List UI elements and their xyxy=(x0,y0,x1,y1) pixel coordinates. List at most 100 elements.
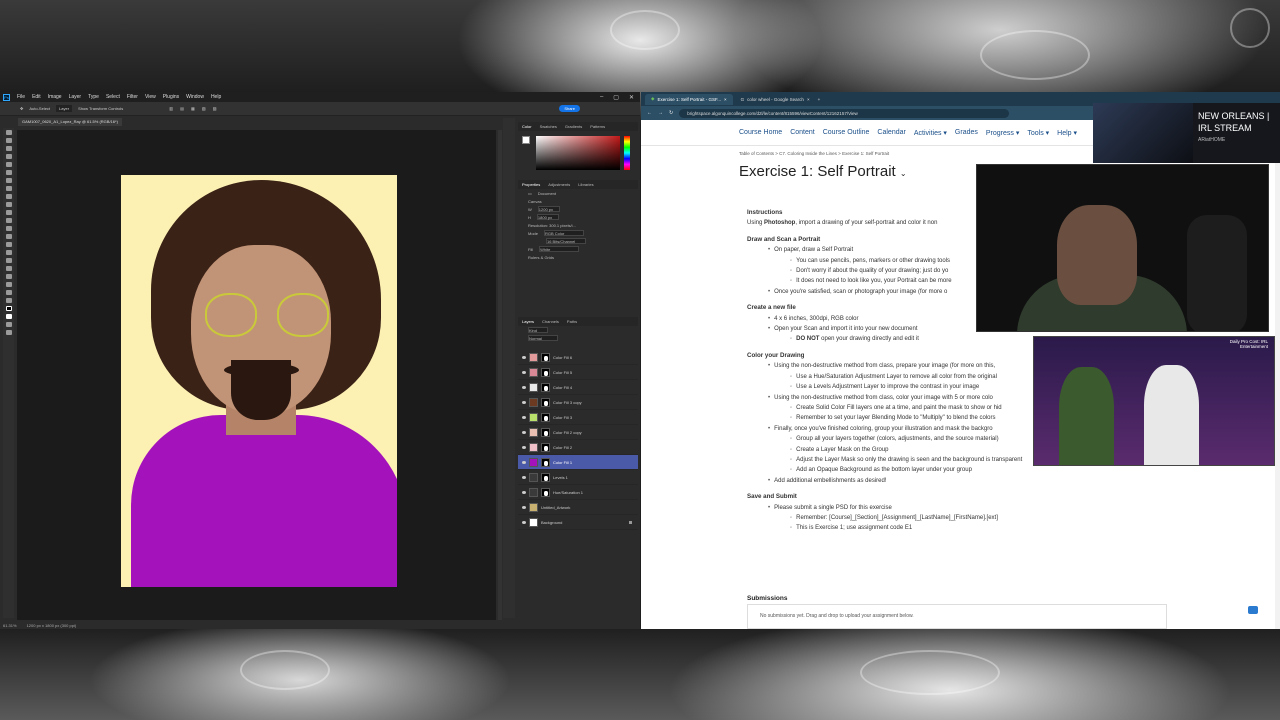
nav-course-home[interactable]: Course Home xyxy=(739,129,782,136)
menu-view[interactable]: View xyxy=(145,94,156,100)
foreground-swatch[interactable] xyxy=(522,136,530,144)
more-tools-icon[interactable] xyxy=(5,298,12,303)
screen-mode-icon[interactable] xyxy=(5,330,12,335)
nav-help[interactable]: Help ▾ xyxy=(1057,129,1077,137)
visibility-eye-icon[interactable] xyxy=(522,400,526,404)
tab-layers[interactable]: Layers xyxy=(522,319,534,324)
visibility-eye-icon[interactable] xyxy=(522,475,526,479)
layer-row[interactable]: Color Fill 2 copy xyxy=(518,425,638,440)
history-brush-icon[interactable] xyxy=(5,210,12,215)
tab-exercise[interactable]: ◆ Exercise 1: Self Portrait - GSF... × xyxy=(645,93,733,105)
move-tool-icon[interactable] xyxy=(5,130,12,135)
menu-type[interactable]: Type xyxy=(88,94,99,100)
chevron-down-icon[interactable]: ⌄ xyxy=(900,169,907,178)
tab-patterns[interactable]: Patterns xyxy=(590,124,605,129)
breadcrumb[interactable]: Table of Contents > C7. Coloring Inside … xyxy=(739,151,889,156)
color-picker-field[interactable] xyxy=(536,136,620,170)
background-color-swatch[interactable] xyxy=(5,314,12,319)
menu-select[interactable]: Select xyxy=(106,94,120,100)
tab-paths[interactable]: Paths xyxy=(567,319,577,324)
layer-mask-thumbnail[interactable] xyxy=(541,397,550,407)
chat-icon[interactable] xyxy=(1248,606,1258,614)
marquee-tool-icon[interactable] xyxy=(5,138,12,143)
close-icon[interactable]: ✕ xyxy=(629,94,634,101)
nav-progress[interactable]: Progress ▾ xyxy=(986,129,1019,137)
menu-image[interactable]: Image xyxy=(48,94,62,100)
hue-slider[interactable] xyxy=(624,136,630,170)
auto-select-checkbox[interactable]: Auto-Select xyxy=(29,106,50,111)
mode-select[interactable]: RGB Color xyxy=(544,230,585,236)
nav-grades[interactable]: Grades xyxy=(955,129,978,136)
lasso-tool-icon[interactable] xyxy=(5,146,12,151)
layer-mask-thumbnail[interactable] xyxy=(541,367,550,377)
close-tab-icon[interactable]: × xyxy=(807,97,810,102)
type-tool-icon[interactable] xyxy=(5,258,12,263)
pen-tool-icon[interactable] xyxy=(5,250,12,255)
width-input[interactable]: 1200 px xyxy=(537,206,560,212)
quick-select-tool-icon[interactable] xyxy=(5,154,12,159)
dodge-tool-icon[interactable] xyxy=(5,242,12,247)
tab-color-wheel[interactable]: Gcolor wheel - Google Search × xyxy=(735,94,816,105)
tab-color[interactable]: Color xyxy=(522,124,532,129)
layer-kind-select[interactable]: Kind xyxy=(528,327,548,333)
nav-content[interactable]: Content xyxy=(790,129,815,136)
bits-select[interactable]: 16 Bits/Channel xyxy=(546,238,586,244)
layer-thumbnail[interactable] xyxy=(529,487,538,497)
layer-row[interactable]: Color Fill 3 xyxy=(518,410,638,425)
layer-thumbnail[interactable] xyxy=(529,412,538,422)
layer-thumbnail[interactable] xyxy=(529,367,538,377)
fill-select[interactable]: White xyxy=(539,246,580,252)
layer-mask-thumbnail[interactable] xyxy=(541,442,550,452)
height-input[interactable]: 1800 px xyxy=(536,214,559,220)
menu-window[interactable]: Window xyxy=(186,94,204,100)
move-tool-icon[interactable]: ✥ xyxy=(20,106,23,111)
layer-mask-thumbnail[interactable] xyxy=(541,472,550,482)
menu-edit[interactable]: Edit xyxy=(32,94,41,100)
quick-mask-icon[interactable] xyxy=(5,322,12,327)
eraser-tool-icon[interactable] xyxy=(5,218,12,223)
layer-mask-thumbnail[interactable] xyxy=(541,457,550,467)
nav-activities[interactable]: Activities ▾ xyxy=(914,129,947,137)
layer-thumbnail[interactable] xyxy=(529,472,538,482)
menu-help[interactable]: Help xyxy=(211,94,221,100)
url-input[interactable]: brightspace.algonquincollege.com/d2l/le/… xyxy=(679,108,1010,118)
layer-thumbnail[interactable] xyxy=(529,442,538,452)
crop-tool-icon[interactable] xyxy=(5,162,12,167)
visibility-eye-icon[interactable] xyxy=(522,490,526,494)
layer-thumbnail[interactable] xyxy=(529,427,538,437)
layer-row[interactable]: Color Fill 5 xyxy=(518,365,638,380)
share-button[interactable]: Share xyxy=(559,105,580,112)
visibility-eye-icon[interactable] xyxy=(522,505,526,509)
submissions-dropzone[interactable]: No submissions yet. Drag and drop to upl… xyxy=(747,604,1167,629)
layer-mask-thumbnail[interactable] xyxy=(541,487,550,497)
stamp-tool-icon[interactable] xyxy=(5,202,12,207)
auto-select-dropdown[interactable]: Layer xyxy=(56,105,73,112)
reload-icon[interactable]: ↻ xyxy=(669,110,673,116)
self-portrait-artwork[interactable] xyxy=(121,175,397,587)
tab-gradients[interactable]: Gradients xyxy=(565,124,582,129)
menu-plugins[interactable]: Plugins xyxy=(163,94,179,100)
visibility-eye-icon[interactable] xyxy=(522,355,526,359)
menu-filter[interactable]: Filter xyxy=(127,94,138,100)
layer-row[interactable]: Background xyxy=(518,515,638,530)
layer-thumbnail[interactable] xyxy=(529,382,538,392)
tab-libraries[interactable]: Libraries xyxy=(578,182,593,187)
visibility-eye-icon[interactable] xyxy=(522,415,526,419)
zoom-tool-icon[interactable] xyxy=(5,290,12,295)
show-transform-checkbox[interactable]: Show Transform Controls xyxy=(78,106,123,111)
minimize-icon[interactable]: – xyxy=(600,94,603,101)
visibility-eye-icon[interactable] xyxy=(522,385,526,389)
layer-row[interactable]: Color Fill 2 xyxy=(518,440,638,455)
document-tab[interactable]: GAM1007_0620_A1_Lopez_Ray @ 61.5% (RGB/1… xyxy=(18,118,122,126)
zoom-level[interactable]: 61.31% xyxy=(3,623,17,628)
layer-thumbnail[interactable] xyxy=(529,352,538,362)
close-tab-icon[interactable]: × xyxy=(724,97,727,102)
foreground-color-swatch[interactable] xyxy=(5,306,12,311)
tab-swatches[interactable]: Swatches xyxy=(540,124,557,129)
layer-mask-thumbnail[interactable] xyxy=(541,382,550,392)
layer-row[interactable]: Untitled_Artwork xyxy=(518,500,638,515)
layer-mask-thumbnail[interactable] xyxy=(541,352,550,362)
align-icons[interactable]: ▥ ▤ ▦ ▧ ▨ xyxy=(169,106,219,111)
tab-adjustments[interactable]: Adjustments xyxy=(548,182,570,187)
blur-tool-icon[interactable] xyxy=(5,234,12,239)
